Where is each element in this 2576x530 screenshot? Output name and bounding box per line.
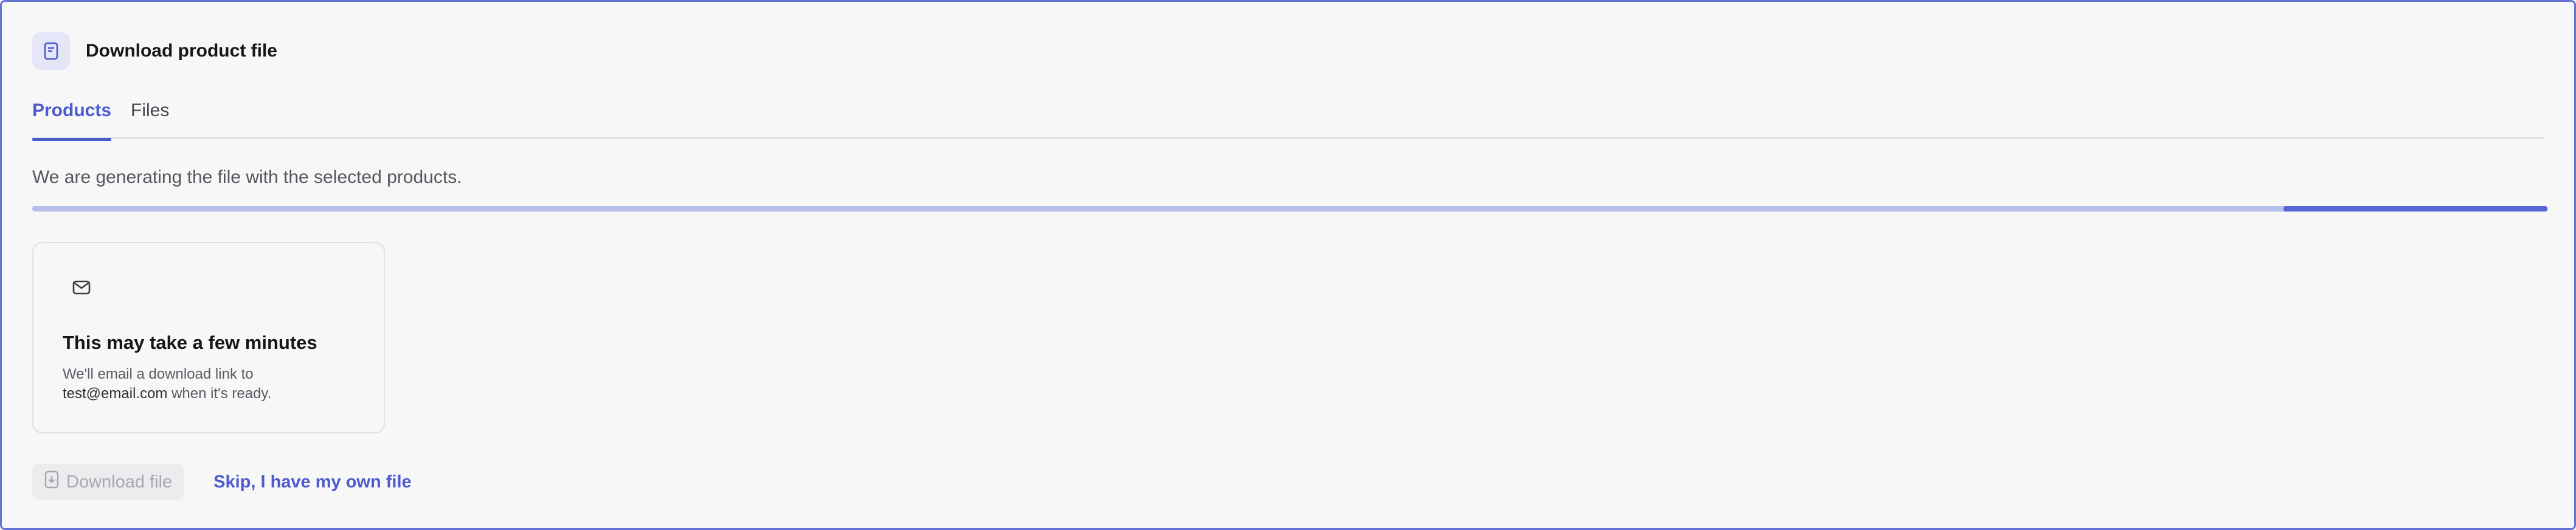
card-body: We'll email a download link to test@emai… xyxy=(63,365,271,404)
progress-fill xyxy=(2283,206,2547,212)
card-body-suffix: when it's ready. xyxy=(171,385,272,402)
download-dialog: Download product file Products Files We … xyxy=(0,0,2576,530)
download-file-icon xyxy=(44,470,59,494)
card-body-line-1: We'll email a download link to xyxy=(63,366,254,382)
tab-products[interactable]: Products xyxy=(32,93,112,141)
card-title: This may take a few minutes xyxy=(63,332,317,353)
card-body-line-2: test@email.com when it's ready. xyxy=(63,384,271,404)
tab-bar: Products Files xyxy=(32,93,2544,141)
dialog-title: Download product file xyxy=(86,41,277,61)
document-icon xyxy=(32,32,70,70)
skip-own-file-link[interactable]: Skip, I have my own file xyxy=(213,472,412,492)
dialog-header: Download product file xyxy=(32,32,277,70)
progress-bar xyxy=(32,206,2547,212)
info-card: This may take a few minutes We'll email … xyxy=(32,242,385,433)
action-row: Download file Skip, I have my own file xyxy=(32,464,412,500)
status-message: We are generating the file with the sele… xyxy=(32,167,462,187)
download-file-button[interactable]: Download file xyxy=(32,464,185,500)
tab-files[interactable]: Files xyxy=(131,93,169,139)
mail-icon xyxy=(72,280,91,298)
download-file-label: Download file xyxy=(66,472,173,492)
email-address: test@email.com xyxy=(63,385,168,402)
